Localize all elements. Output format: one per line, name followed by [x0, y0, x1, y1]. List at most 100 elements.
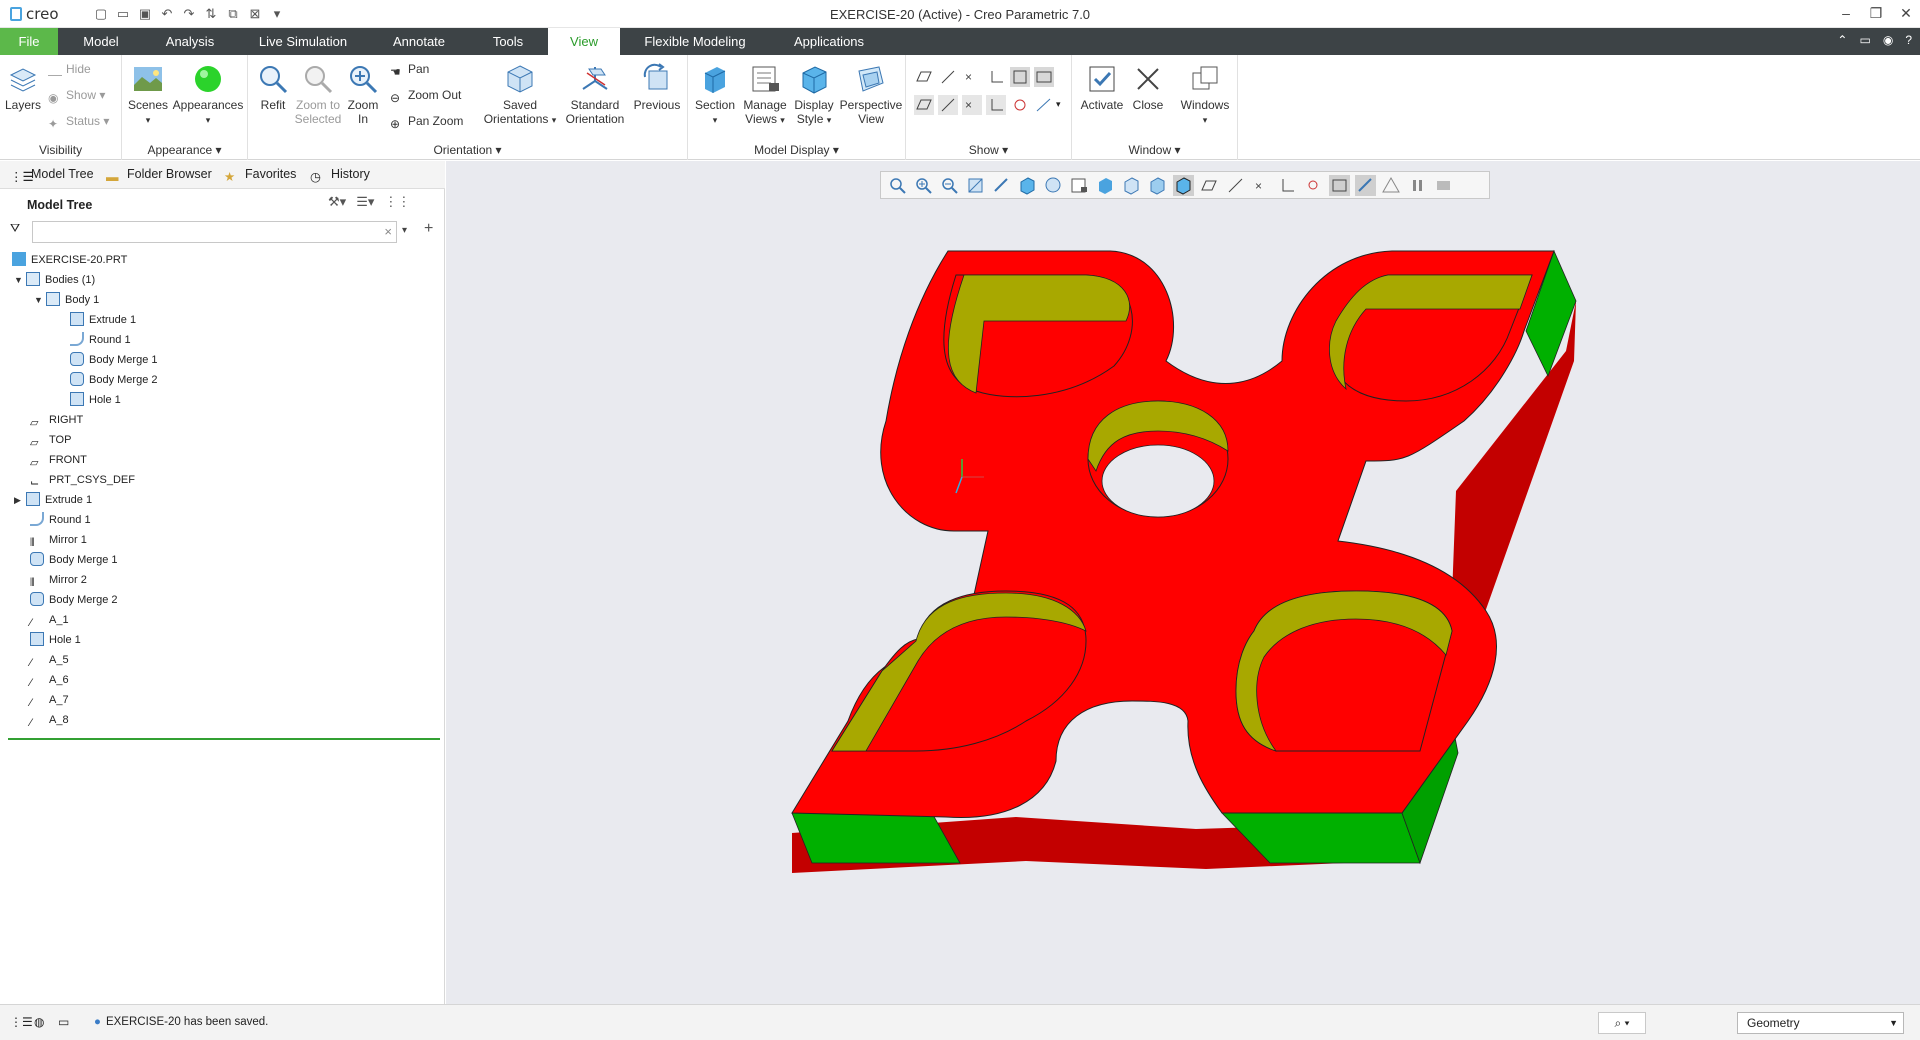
- tree-item-axis[interactable]: ⁄ A_1: [30, 611, 69, 629]
- tree-item-axis[interactable]: ⁄ A_6: [30, 671, 69, 689]
- tag-display-icon[interactable]: [1034, 67, 1054, 87]
- tab-tools[interactable]: Tools: [480, 28, 536, 55]
- refit-button[interactable]: Refit: [254, 63, 292, 112]
- tree-item-round[interactable]: Round 1: [30, 511, 91, 529]
- tree-item-extrude[interactable]: ▶ Extrude 1: [14, 491, 92, 509]
- tree-item-datum-plane[interactable]: ▱ RIGHT: [30, 411, 83, 429]
- navigator-toggle-icon[interactable]: ⋮☰: [10, 1015, 33, 1031]
- pan-zoom-button[interactable]: ⊕ Pan Zoom: [390, 112, 463, 131]
- curve-display-icon[interactable]: [1034, 95, 1054, 115]
- csys-display-icon[interactable]: [986, 67, 1006, 87]
- tree-item-body-merge[interactable]: Body Merge 2: [30, 591, 117, 609]
- window-group-label[interactable]: Window ▾: [1072, 143, 1237, 157]
- tab-analysis[interactable]: Analysis: [155, 28, 225, 55]
- section-button[interactable]: Section ▾: [692, 63, 738, 127]
- nav-tab-history[interactable]: ◷ History: [310, 167, 370, 184]
- show-group-label[interactable]: Show ▾: [906, 143, 1071, 157]
- status-button[interactable]: ✦ Status ▾: [48, 112, 109, 131]
- tree-item-extrude[interactable]: Extrude 1: [70, 311, 136, 329]
- fullscreen-icon[interactable]: ▭: [58, 1015, 74, 1031]
- tree-item-body-merge[interactable]: Body Merge 1: [70, 351, 157, 369]
- tree-item-datum-plane[interactable]: ▱ TOP: [30, 431, 71, 449]
- tree-item-axis[interactable]: ⁄ A_5: [30, 651, 69, 669]
- tab-flexible-modeling[interactable]: Flexible Modeling: [632, 28, 758, 55]
- hide-button[interactable]: Hide: [48, 60, 91, 78]
- tree-item-axis[interactable]: ⁄ A_8: [30, 711, 69, 729]
- tree-settings-icon[interactable]: ⚒▾: [328, 194, 346, 210]
- tab-annotate[interactable]: Annotate: [380, 28, 458, 55]
- nav-tab-model-tree[interactable]: ⋮☰Model Tree: [10, 167, 94, 184]
- close-icon[interactable]: ✕: [1898, 4, 1914, 22]
- nav-tab-folder-browser[interactable]: ▬ Folder Browser: [106, 167, 212, 184]
- spin-center-icon[interactable]: [1010, 95, 1030, 115]
- clear-search-icon[interactable]: ×: [384, 224, 392, 239]
- find-button[interactable]: ⌕ ▾: [1598, 1012, 1646, 1034]
- minimize-icon[interactable]: –: [1838, 4, 1854, 22]
- appearances-button[interactable]: Appearances ▾: [172, 63, 244, 127]
- scenes-button[interactable]: Scenes ▾: [126, 63, 170, 127]
- restore-icon[interactable]: ❐: [1868, 4, 1884, 22]
- tree-item-datum-plane[interactable]: ▱ FRONT: [30, 451, 87, 469]
- previous-button[interactable]: Previous: [630, 63, 684, 112]
- collapse-icon[interactable]: ▭: [1859, 33, 1870, 47]
- manage-views-button[interactable]: Manage Views ▾: [740, 63, 790, 127]
- tab-model[interactable]: Model: [70, 28, 132, 55]
- location-icon[interactable]: ◉: [1883, 33, 1893, 47]
- point-display-icon[interactable]: ×: [962, 67, 982, 87]
- point-tag-icon[interactable]: ×: [962, 95, 982, 115]
- plane-display-icon[interactable]: [914, 67, 934, 87]
- tree-item-axis[interactable]: ⁄ A_7: [30, 691, 69, 709]
- graphics-area[interactable]: ×: [446, 161, 1920, 1004]
- display-style-button[interactable]: Display Style ▾: [790, 63, 838, 127]
- filter-icon[interactable]: ⛛: [10, 221, 20, 236]
- axis-display-icon[interactable]: [938, 67, 958, 87]
- layers-button[interactable]: Layers: [2, 63, 44, 112]
- nav-tab-favorites[interactable]: ★ Favorites: [224, 167, 296, 184]
- collapse-icon[interactable]: ▼: [34, 291, 46, 309]
- pan-button[interactable]: ☚ Pan: [390, 60, 429, 79]
- expand-icon[interactable]: ▶: [14, 491, 26, 509]
- zoom-in-button[interactable]: Zoom In: [344, 63, 382, 126]
- tree-item-csys[interactable]: ⌙ PRT_CSYS_DEF: [30, 471, 135, 489]
- search-dropdown[interactable]: ▾: [402, 225, 407, 236]
- tree-item-hole[interactable]: Hole 1: [70, 391, 121, 409]
- show-more-dropdown[interactable]: ▾: [1056, 99, 1061, 110]
- zoom-to-selected-button[interactable]: Zoom to Selected: [292, 63, 344, 126]
- orientation-group-label[interactable]: Orientation ▾: [248, 143, 687, 157]
- part-model-view[interactable]: [446, 161, 1920, 1004]
- appearance-group-label[interactable]: Appearance ▾: [122, 143, 247, 157]
- axis-tag-icon[interactable]: [938, 95, 958, 115]
- perspective-view-button[interactable]: Perspective View: [838, 63, 904, 126]
- standard-orientation-button[interactable]: Standard Orientation: [562, 63, 628, 126]
- tree-item-mirror[interactable]: ⫴ Mirror 2: [30, 571, 87, 589]
- tree-item-hole[interactable]: Hole 1: [30, 631, 81, 649]
- plane-tag-icon[interactable]: [914, 95, 934, 115]
- csys-tag-icon[interactable]: [986, 95, 1006, 115]
- add-filter-icon[interactable]: +: [424, 220, 433, 238]
- tree-show-icon[interactable]: ☰▾: [356, 194, 374, 210]
- tree-item-part[interactable]: EXERCISE-20.PRT: [12, 251, 127, 269]
- windows-button[interactable]: Windows ▾: [1176, 63, 1234, 127]
- help-icon[interactable]: ?: [1905, 33, 1912, 47]
- collapse-icon[interactable]: ▼: [14, 271, 26, 289]
- model-display-group-label[interactable]: Model Display ▾: [688, 143, 905, 157]
- minimize-ribbon-icon[interactable]: ⌃: [1837, 33, 1847, 47]
- tree-item-bodies[interactable]: ▼ Bodies (1): [14, 271, 95, 289]
- tree-item-mirror[interactable]: ⫴ Mirror 1: [30, 531, 87, 549]
- browser-toggle-icon[interactable]: ◍: [34, 1015, 50, 1031]
- tree-columns-icon[interactable]: ⋮⋮: [384, 194, 410, 210]
- close-button[interactable]: Close: [1128, 63, 1168, 112]
- tree-item-body-merge[interactable]: Body Merge 2: [70, 371, 157, 389]
- tab-view[interactable]: View: [548, 28, 620, 55]
- tree-item-body[interactable]: ▼ Body 1: [34, 291, 99, 309]
- selection-filter-select[interactable]: Geometry ▼: [1737, 1012, 1904, 1034]
- tab-file[interactable]: File: [0, 28, 58, 55]
- tree-item-body-merge[interactable]: Body Merge 1: [30, 551, 117, 569]
- insert-here-marker[interactable]: [8, 738, 440, 740]
- annotation-display-icon[interactable]: [1010, 67, 1030, 87]
- tree-search-input[interactable]: ×: [32, 221, 397, 243]
- tree-item-round[interactable]: Round 1: [70, 331, 131, 349]
- zoom-out-button[interactable]: ⊖ Zoom Out: [390, 86, 461, 105]
- activate-button[interactable]: Activate: [1078, 63, 1126, 112]
- saved-orientations-button[interactable]: Saved Orientations ▾: [480, 63, 560, 127]
